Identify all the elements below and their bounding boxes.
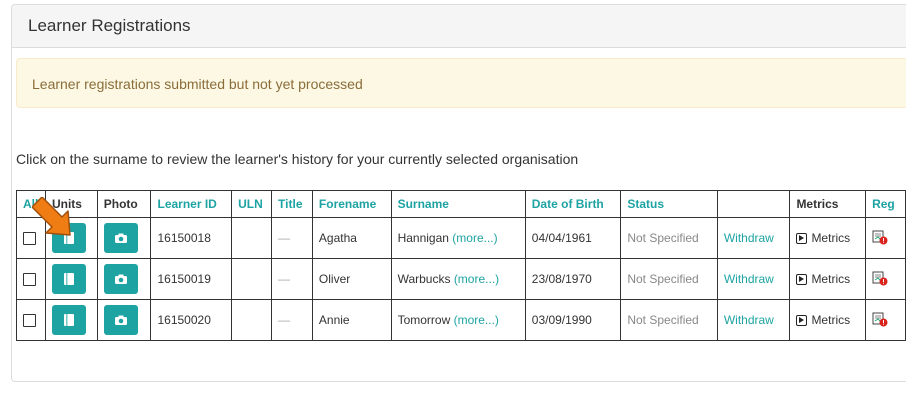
title-cell: —: [271, 258, 313, 300]
withdraw-cell: Withdraw: [716, 217, 791, 259]
select-cell: [16, 299, 46, 341]
surname-text[interactable]: Warbucks: [398, 272, 451, 286]
uln-cell: [231, 299, 273, 341]
withdraw-link[interactable]: Withdraw: [724, 313, 774, 327]
learner-id-cell: 16150018: [150, 217, 233, 259]
play-square-icon: [796, 274, 808, 286]
surname-text[interactable]: Tomorrow: [398, 313, 451, 327]
reg-cell[interactable]: [865, 299, 906, 341]
uln-cell: [231, 217, 273, 259]
metrics-link[interactable]: Metrics: [811, 231, 850, 245]
select-cell: [16, 258, 46, 300]
status-cell: Not Specified: [620, 299, 718, 341]
metrics-link[interactable]: Metrics: [811, 272, 850, 286]
photo-cell: [96, 258, 152, 300]
more-link[interactable]: (more...): [454, 272, 499, 286]
learner-id-cell: 16150019: [150, 258, 233, 300]
reg-cell[interactable]: [865, 217, 906, 259]
header-forename[interactable]: Forename: [311, 190, 392, 218]
orange-arrow-icon: [32, 197, 71, 236]
select-checkbox[interactable]: [23, 314, 36, 328]
withdraw-link[interactable]: Withdraw: [724, 231, 774, 245]
header-metrics: Metrics: [789, 190, 867, 218]
header-reg[interactable]: Reg: [865, 190, 906, 218]
units-button[interactable]: [51, 264, 86, 294]
units-button[interactable]: [51, 305, 86, 335]
more-link[interactable]: (more...): [454, 313, 499, 327]
dob-cell: 23/08/1970: [524, 258, 622, 300]
status-cell: Not Specified: [620, 217, 718, 259]
uln-cell: [231, 258, 273, 300]
panel-title: Learner Registrations: [28, 16, 191, 35]
registration-alert-icon[interactable]: [872, 270, 888, 289]
header-withdraw: [716, 190, 791, 218]
metrics-cell[interactable]: Metrics: [789, 299, 867, 341]
registration-alert-icon[interactable]: [872, 229, 888, 248]
header-uln[interactable]: ULN: [231, 190, 273, 218]
photo-cell: [96, 217, 152, 259]
photo-cell: [96, 299, 152, 341]
forename-cell: Annie: [311, 299, 392, 341]
reg-cell[interactable]: [865, 258, 906, 300]
learners-table: All Units Photo Learner ID ULN Title For…: [16, 190, 906, 341]
dob-cell: 04/04/1961: [524, 217, 622, 259]
photo-button[interactable]: [103, 305, 138, 335]
warning-alert: Learner registrations submitted but not …: [16, 58, 906, 108]
status-cell: Not Specified: [620, 258, 718, 300]
metrics-cell[interactable]: Metrics: [789, 217, 867, 259]
surname-cell[interactable]: Tomorrow (more...): [390, 299, 526, 341]
surname-cell[interactable]: Warbucks (more...): [390, 258, 526, 300]
registration-alert-icon[interactable]: [872, 311, 888, 330]
dob-cell: 03/09/1990: [524, 299, 622, 341]
play-square-icon: [796, 315, 808, 327]
withdraw-cell: Withdraw: [716, 299, 791, 341]
header-surname[interactable]: Surname: [390, 190, 526, 218]
units-cell: [44, 299, 98, 341]
instruction-text: Click on the surname to review the learn…: [16, 151, 579, 167]
table-row: 16150018 — Agatha Hannigan (more...) 04/…: [16, 217, 906, 259]
play-square-icon: [796, 233, 808, 245]
surname-text[interactable]: Hannigan: [398, 231, 449, 245]
photo-button[interactable]: [103, 223, 138, 253]
forename-cell: Oliver: [311, 258, 392, 300]
table-header-row: All Units Photo Learner ID ULN Title For…: [16, 190, 906, 218]
learner-id-cell: 16150020: [150, 299, 233, 341]
table-row: 16150019 — Oliver Warbucks (more...) 23/…: [16, 258, 906, 300]
surname-cell[interactable]: Hannigan (more...): [390, 217, 526, 259]
title-cell: —: [271, 299, 313, 341]
metrics-cell[interactable]: Metrics: [789, 258, 867, 300]
header-date-of-birth[interactable]: Date of Birth: [524, 190, 622, 218]
withdraw-link[interactable]: Withdraw: [724, 272, 774, 286]
select-checkbox[interactable]: [23, 273, 36, 287]
header-learner-id[interactable]: Learner ID: [150, 190, 233, 218]
header-status[interactable]: Status: [620, 190, 718, 218]
units-cell: [44, 258, 98, 300]
metrics-link[interactable]: Metrics: [811, 313, 850, 327]
table-row: 16150020 — Annie Tomorrow (more...) 03/0…: [16, 299, 906, 341]
forename-cell: Agatha: [311, 217, 392, 259]
more-link[interactable]: (more...): [452, 231, 497, 245]
photo-button[interactable]: [103, 264, 138, 294]
header-title[interactable]: Title: [271, 190, 313, 218]
header-photo: Photo: [96, 190, 152, 218]
withdraw-cell: Withdraw: [716, 258, 791, 300]
title-cell: —: [271, 217, 313, 259]
